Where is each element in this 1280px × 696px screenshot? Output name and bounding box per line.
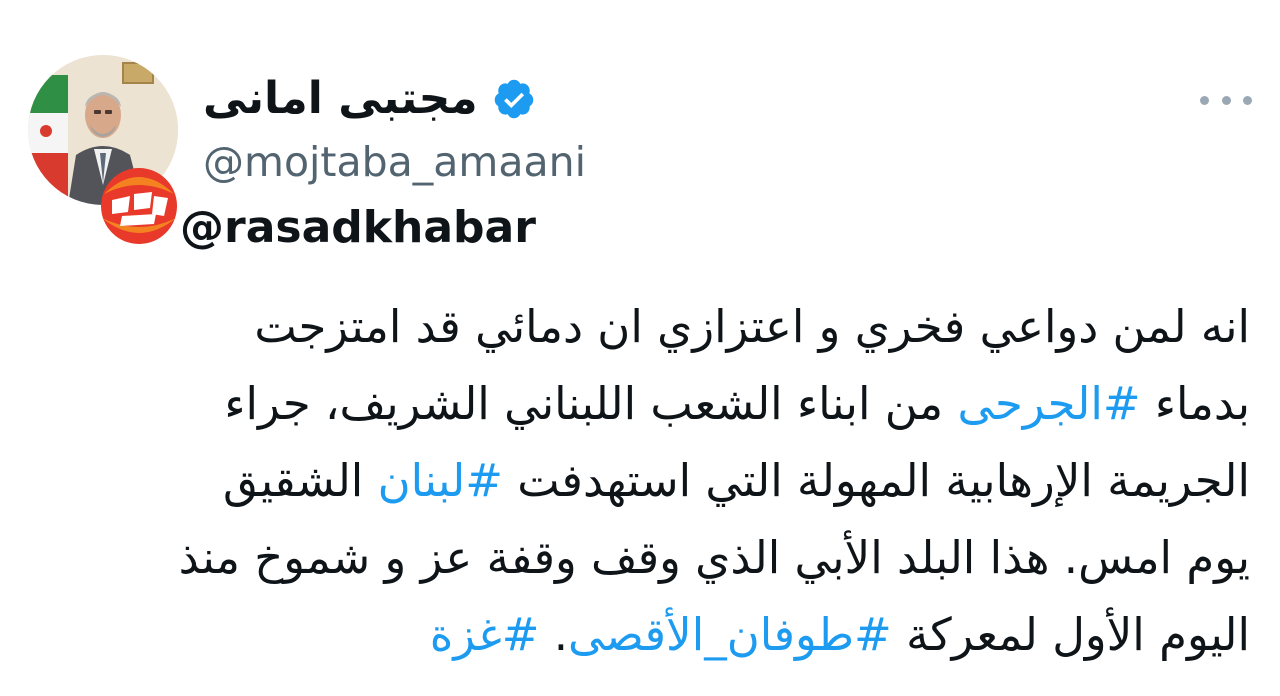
rasad-logo-icon [101, 168, 177, 244]
tweet-text-segment: الشقيق [223, 454, 378, 507]
tweet-text-segment: بدماء [1140, 377, 1250, 430]
tweet-line: يوم امس. هذا البلد الأبي الذي وقف وقفة ع… [20, 519, 1250, 596]
tweet-card: مجتبی امانی @mojtaba_amaani @rasadkhabar… [0, 0, 1280, 696]
tweet-line: الجريمة الإرهابية المهولة التي استهدفت #… [20, 442, 1250, 519]
more-dot-icon [1200, 95, 1209, 105]
more-dot-icon [1243, 95, 1252, 105]
tweet-line: اليوم الأول لمعركة #طوفان_الأقصى. #غزة [20, 596, 1250, 673]
hashtag-link[interactable]: #طوفان_الأقصى [568, 608, 892, 661]
tweet-line: بدماء #الجرحى من ابناء الشعب اللبناني ال… [20, 365, 1250, 442]
more-options-button[interactable] [1200, 88, 1252, 112]
author-name-row[interactable]: مجتبی امانی [203, 70, 536, 128]
flag-green [28, 75, 68, 113]
tweet-text-segment: اليوم الأول لمعركة [891, 608, 1250, 661]
tweet-text-segment: يوم امس. هذا البلد الأبي الذي وقف وقفة ع… [178, 531, 1250, 584]
tweet-text-segment: . [539, 608, 569, 661]
tweet-line: انه لمن دواعي فخري و اعتزازي ان دمائي قد… [20, 288, 1250, 365]
author-handle[interactable]: @mojtaba_amaani [203, 138, 586, 187]
more-dot-icon [1221, 95, 1231, 105]
tweet-text-segment: انه لمن دواعي فخري و اعتزازي ان دمائي قد… [254, 300, 1250, 353]
hashtag-link[interactable]: #لبنان [378, 454, 503, 507]
flag-red [28, 153, 68, 205]
watermark-logo [94, 166, 184, 246]
watermark-handle: @rasadkhabar [180, 202, 536, 253]
verified-badge-icon [494, 79, 533, 119]
hashtag-link[interactable]: #الجرحى [957, 377, 1140, 430]
tweet-text-segment: من ابناء الشعب اللبناني الشريف، جراء [224, 377, 958, 430]
hashtag-link[interactable]: #غزة [430, 608, 540, 661]
tweet-text: انه لمن دواعي فخري و اعتزازي ان دمائي قد… [20, 288, 1250, 673]
tweet-text-segment: الجريمة الإرهابية المهولة التي استهدفت [502, 454, 1250, 507]
author-display-name[interactable]: مجتبی امانی [203, 77, 478, 121]
